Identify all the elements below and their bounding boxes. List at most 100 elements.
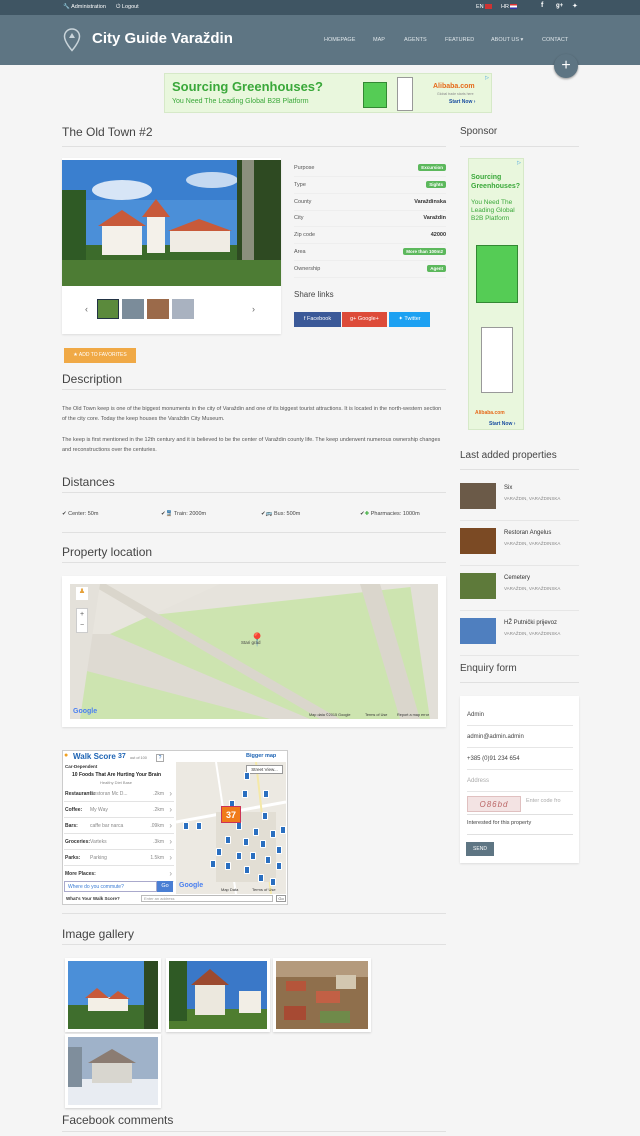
amenity-pin-icon[interactable] bbox=[280, 826, 286, 834]
chevron-right-icon[interactable]: › bbox=[169, 805, 172, 814]
amenity-pin-icon[interactable] bbox=[236, 822, 242, 830]
amenity-pin-icon[interactable] bbox=[236, 852, 242, 860]
nav-featured[interactable]: FEATURED bbox=[445, 37, 474, 43]
address-placeholder[interactable]: Address bbox=[467, 778, 489, 784]
walkscore-article[interactable]: 10 Foods That Are Hurting Your Brain bbox=[72, 772, 161, 778]
last-added-item[interactable]: Cemetery VARAŽDIN, VARAŽDINSKA bbox=[460, 573, 579, 611]
address-input[interactable]: Enter an address bbox=[141, 895, 273, 902]
nav-homepage[interactable]: HOMEPAGE bbox=[324, 37, 355, 43]
amenity-pin-icon[interactable] bbox=[258, 874, 264, 882]
share-twitter-button[interactable]: ✦ Twitter bbox=[389, 312, 430, 327]
thumbnail[interactable] bbox=[172, 299, 194, 319]
sponsor-ad[interactable]: Sourcing Greenhouses? You Need The Leadi… bbox=[468, 158, 524, 430]
lang-hr[interactable]: HR bbox=[501, 4, 518, 10]
pegman-icon[interactable]: ♟ bbox=[76, 587, 88, 600]
map-pin-logo-icon[interactable] bbox=[63, 28, 81, 52]
slider-prev-icon[interactable]: ‹ bbox=[85, 304, 88, 314]
walkscore-row[interactable]: Parks: Parking 1.5km › bbox=[64, 850, 174, 866]
lang-en-label[interactable]: EN bbox=[476, 4, 484, 10]
gallery-image[interactable] bbox=[273, 958, 371, 1032]
logout-label[interactable]: Logout bbox=[122, 4, 139, 10]
amenity-pin-icon[interactable] bbox=[225, 862, 231, 870]
amenity-pin-icon[interactable] bbox=[265, 856, 271, 864]
last-added-title[interactable]: Six bbox=[504, 485, 512, 491]
chevron-right-icon[interactable]: › bbox=[169, 789, 172, 798]
amenity-pin-icon[interactable] bbox=[183, 822, 189, 830]
property-thumbnail[interactable] bbox=[460, 573, 496, 599]
walkscore-brand[interactable]: Walk Score bbox=[73, 752, 116, 761]
share-google-button[interactable]: g+ Google+ bbox=[342, 312, 387, 327]
amenity-pin-icon[interactable] bbox=[196, 822, 202, 830]
map-report-link[interactable]: Report a map error bbox=[397, 713, 429, 717]
walkscore-map-badge[interactable]: 37 bbox=[221, 806, 241, 823]
email-value[interactable]: admin@admin.admin bbox=[467, 734, 524, 740]
add-property-button[interactable]: + bbox=[554, 54, 578, 78]
lang-hr-label[interactable]: HR bbox=[501, 4, 509, 10]
site-title[interactable]: City Guide Varaždin bbox=[92, 30, 233, 47]
amenity-pin-icon[interactable] bbox=[253, 828, 259, 836]
map-terms-link[interactable]: Terms of Use bbox=[365, 713, 387, 717]
property-thumbnail[interactable] bbox=[460, 483, 496, 509]
send-button[interactable]: SEND bbox=[466, 842, 494, 856]
amenity-pin-icon[interactable] bbox=[225, 836, 231, 844]
nav-agents[interactable]: AGENTS bbox=[404, 37, 427, 43]
amenity-pin-icon[interactable] bbox=[242, 790, 248, 798]
chevron-right-icon[interactable]: › bbox=[169, 837, 172, 846]
amenity-pin-icon[interactable] bbox=[270, 878, 276, 886]
message-field[interactable]: Interested for this property bbox=[467, 820, 531, 826]
lang-en[interactable]: EN bbox=[476, 4, 493, 10]
add-to-favorites-button[interactable]: ★ ADD TO FAVORITES bbox=[64, 348, 136, 363]
phone-value[interactable]: +385 (0)91 234 654 bbox=[467, 756, 520, 762]
nav-about-label[interactable]: ABOUT US bbox=[491, 37, 519, 43]
last-added-title[interactable]: Restoran Angelus bbox=[504, 530, 551, 536]
adchoices-icon[interactable]: ▷ bbox=[517, 160, 521, 166]
amenity-pin-icon[interactable] bbox=[263, 790, 269, 798]
adchoices-icon[interactable]: ▷ bbox=[485, 75, 489, 81]
property-thumbnail[interactable] bbox=[460, 528, 496, 554]
logout-link[interactable]: ⏻ Logout bbox=[116, 4, 139, 11]
walkscore-row[interactable]: Coffee: My Way .2km › bbox=[64, 802, 174, 818]
gallery-image[interactable] bbox=[65, 958, 161, 1032]
main-photo[interactable] bbox=[62, 160, 281, 286]
last-added-item[interactable]: HŽ Putnički prijevoz VARAŽDIN, VARAŽDINSK… bbox=[460, 618, 579, 656]
amenity-pin-icon[interactable] bbox=[216, 848, 222, 856]
email-field[interactable]: admin@admin.admin bbox=[467, 727, 573, 748]
last-added-item[interactable]: Restoran Angelus VARAŽDIN, VARAŽDINSKA bbox=[460, 528, 579, 566]
amenity-pin-icon[interactable] bbox=[276, 862, 282, 870]
chevron-right-icon[interactable]: › bbox=[169, 869, 172, 878]
last-added-title[interactable]: Cemetery bbox=[504, 575, 530, 581]
address-field[interactable]: Address bbox=[467, 771, 573, 792]
amenity-pin-icon[interactable] bbox=[270, 830, 276, 838]
nav-map[interactable]: MAP bbox=[373, 37, 385, 43]
walkscore-row[interactable]: Restaurants: Restoran Mc D... .2km › bbox=[64, 786, 174, 802]
zoom-controls[interactable]: + − bbox=[76, 608, 88, 633]
commute-input[interactable]: Where do you commute? bbox=[64, 881, 157, 892]
last-added-title[interactable]: HŽ Putnički prijevoz bbox=[504, 620, 557, 626]
walkscore-row[interactable]: Bars: caffe bar narca .09km › bbox=[64, 818, 174, 834]
amenity-pin-icon[interactable] bbox=[250, 852, 256, 860]
walkscore-row[interactable]: Groceries: Varteks .3km › bbox=[64, 834, 174, 850]
slider-next-icon[interactable]: › bbox=[252, 304, 255, 314]
amenity-pin-icon[interactable] bbox=[244, 866, 250, 874]
share-facebook-label[interactable]: Facebook bbox=[307, 316, 331, 322]
walkscore-row[interactable]: More Places: › bbox=[64, 866, 174, 882]
commute-go-button[interactable]: Go bbox=[157, 881, 173, 892]
name-field[interactable]: Admin bbox=[467, 705, 573, 726]
phone-field[interactable]: +385 (0)91 234 654 bbox=[467, 749, 573, 770]
chevron-right-icon[interactable]: › bbox=[169, 853, 172, 862]
nav-contact[interactable]: CONTACT bbox=[542, 37, 568, 43]
property-thumbnail[interactable] bbox=[460, 618, 496, 644]
thumbnail[interactable] bbox=[147, 299, 169, 319]
street-view-button[interactable]: Street View... bbox=[246, 765, 283, 774]
amenity-pin-icon[interactable] bbox=[260, 840, 266, 848]
address-go-button[interactable]: Go bbox=[276, 895, 286, 902]
amenity-pin-icon[interactable] bbox=[276, 846, 282, 854]
sponsor-ad-cta[interactable]: Start Now › bbox=[489, 421, 515, 427]
amenity-pin-icon[interactable] bbox=[262, 812, 268, 820]
bigger-map-link[interactable]: Bigger map bbox=[246, 753, 276, 759]
gallery-image[interactable] bbox=[65, 1034, 161, 1108]
captcha-code-input[interactable]: Enter code fro bbox=[526, 798, 561, 804]
share-facebook-button[interactable]: f Facebook bbox=[294, 312, 341, 327]
walkscore-terms[interactable]: Terms of Use bbox=[252, 887, 276, 892]
nav-about[interactable]: ABOUT US ▾ bbox=[491, 37, 523, 43]
